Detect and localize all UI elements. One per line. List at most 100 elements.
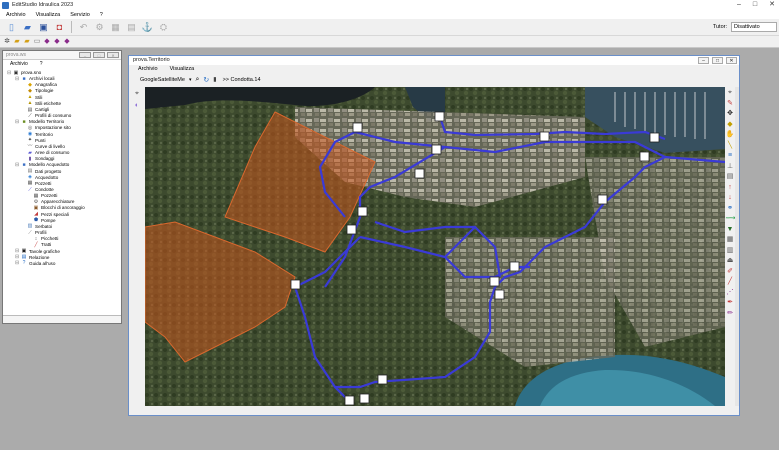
arrow-down-icon[interactable]: ↓ <box>726 194 735 202</box>
tool-icon[interactable]: ✏ <box>726 310 735 318</box>
map-close-icon[interactable]: ✕ <box>726 57 737 64</box>
expand-toggle-icon[interactable] <box>27 237 31 242</box>
map-canvas[interactable] <box>145 87 725 406</box>
edit-pen-icon[interactable]: ✒ <box>726 299 735 307</box>
link-icon[interactable]: ⚭ <box>726 205 735 213</box>
report-tool-icon[interactable]: ▥ <box>726 247 735 255</box>
line-icon[interactable]: ╲ <box>726 142 735 150</box>
expand-toggle-icon[interactable] <box>21 231 25 236</box>
satellite-map[interactable] <box>145 87 725 406</box>
book-icon[interactable]: ◆ <box>53 38 61 46</box>
tree-menu-help[interactable]: ? <box>40 60 43 68</box>
expand-toggle-icon[interactable] <box>21 95 25 100</box>
maximize-icon[interactable]: □ <box>753 0 757 10</box>
new-file-icon[interactable]: ▯ <box>5 21 18 34</box>
close-icon[interactable]: ✕ <box>769 0 775 10</box>
library-icon[interactable]: ◆ <box>63 38 71 46</box>
settings-gear-icon[interactable]: ⚙ <box>93 21 106 34</box>
basemap-layer-select[interactable]: GoogleSatelliteMe <box>140 77 185 83</box>
table-icon[interactable]: ▦ <box>726 236 735 244</box>
menu-visualizza[interactable]: Visualizza <box>36 12 61 18</box>
tutor-select[interactable]: Disattivato <box>731 22 777 32</box>
tank-icon[interactable]: ⏏ <box>726 257 735 265</box>
open-folder-icon[interactable]: ▰ <box>21 21 34 34</box>
panel-close-icon[interactable]: ✕ <box>107 52 119 58</box>
expand-toggle-icon[interactable] <box>21 138 25 143</box>
export-icon[interactable]: ▤ <box>125 21 138 34</box>
pump-icon[interactable]: ⛭ <box>157 21 170 34</box>
panel-minimize-icon[interactable]: – <box>79 52 91 58</box>
title-block-icon: ▤ <box>27 106 33 113</box>
minimize-icon[interactable]: – <box>737 0 741 10</box>
valve-icon[interactable]: ▼ <box>726 226 735 234</box>
expand-toggle-icon[interactable] <box>21 151 25 156</box>
add-pipe-icon[interactable]: ≡ <box>726 152 735 160</box>
map-scrollbar[interactable] <box>735 87 739 406</box>
anchor-icon[interactable]: ⚓ <box>141 21 154 34</box>
map-left-toolbar: ⌖ ◐ <box>131 90 143 109</box>
folder-icon[interactable]: ▰ <box>23 38 31 46</box>
flow-icon[interactable]: ⟿ <box>726 215 736 223</box>
expand-toggle-icon[interactable] <box>21 126 25 131</box>
hand-icon[interactable]: ✋ <box>726 131 735 139</box>
grid-icon[interactable]: ▦ <box>109 21 122 34</box>
expand-toggle-icon[interactable] <box>27 206 31 211</box>
expand-toggle-icon[interactable] <box>21 224 25 229</box>
tree-menu-archivio[interactable]: Archivio <box>10 60 28 68</box>
expand-toggle-icon[interactable] <box>21 188 25 193</box>
refresh-icon[interactable]: ↻ <box>203 76 209 84</box>
expand-toggle-icon[interactable] <box>21 83 25 88</box>
document-icon[interactable]: ▭ <box>33 38 41 46</box>
menu-archivio[interactable]: Archivio <box>6 12 26 18</box>
expand-toggle-icon[interactable] <box>21 108 25 113</box>
expand-toggle-icon[interactable]: ⊟ <box>15 261 19 266</box>
map-maximize-icon[interactable]: □ <box>712 57 723 64</box>
measure-icon[interactable]: ⊥ <box>726 163 735 171</box>
open-icon[interactable]: ▰ <box>13 38 21 46</box>
save-icon[interactable]: ▣ <box>37 21 50 34</box>
move-icon[interactable]: ✥ <box>726 110 735 118</box>
undo-icon[interactable]: ↶ <box>77 21 90 34</box>
map-minimize-icon[interactable]: – <box>698 57 709 64</box>
zoom-search-icon[interactable]: ⌕ <box>195 76 199 84</box>
dropdown-arrow-icon[interactable]: ▾ <box>189 77 192 83</box>
expand-toggle-icon[interactable] <box>27 200 31 205</box>
tree-node[interactable]: ⊟? Guida all'uso <box>7 261 121 267</box>
grid-tool-icon[interactable]: ▤ <box>726 173 735 181</box>
expand-toggle-icon[interactable] <box>21 89 25 94</box>
expand-toggle-icon[interactable] <box>21 101 25 106</box>
expand-toggle-icon[interactable] <box>27 243 31 248</box>
delete-pipe-icon[interactable]: ╱ <box>726 278 735 286</box>
expand-toggle-icon[interactable] <box>21 132 25 137</box>
expand-toggle-icon[interactable]: ⊟ <box>15 162 19 168</box>
expand-toggle-icon[interactable] <box>21 169 25 174</box>
profile-icon[interactable]: ⋰ <box>726 289 735 297</box>
map-menu-visualizza[interactable]: Visualizza <box>170 65 195 74</box>
node-icon[interactable]: ◆ <box>726 121 735 129</box>
trash-icon[interactable]: ▮ <box>213 76 216 83</box>
layer-tool-icon[interactable]: ◐ <box>135 102 139 109</box>
pencil-icon[interactable]: ✎ <box>726 100 735 108</box>
panel-restore-icon[interactable]: □ <box>93 52 105 58</box>
select-tool-icon[interactable]: ⌖ <box>135 90 139 98</box>
menu-help[interactable]: ? <box>100 12 103 18</box>
expand-toggle-icon[interactable] <box>21 144 25 149</box>
expand-toggle-icon[interactable] <box>21 114 25 119</box>
menu-servizio[interactable]: Servizio <box>70 12 90 18</box>
gear-icon[interactable]: ✲ <box>3 38 11 46</box>
expand-toggle-icon[interactable]: ⊟ <box>15 76 19 82</box>
layers-icon[interactable]: ◆ <box>43 38 51 46</box>
expand-toggle-icon[interactable] <box>27 212 31 217</box>
manholes-icon: ▦ <box>27 180 33 187</box>
expand-toggle-icon[interactable] <box>27 194 31 199</box>
expand-toggle-icon[interactable]: ⊟ <box>15 119 19 125</box>
map-menu-archivio[interactable]: Archivio <box>138 65 158 74</box>
select-icon[interactable]: ⌖ <box>726 89 735 97</box>
expand-toggle-icon[interactable] <box>21 175 25 180</box>
expand-toggle-icon[interactable]: ⊟ <box>7 70 11 76</box>
folder-icon: ■ <box>22 75 26 82</box>
arrow-up-icon[interactable]: ↑ <box>726 184 735 192</box>
archive-icon[interactable]: ◘ <box>53 21 66 34</box>
pin-icon[interactable]: ✐ <box>726 268 735 276</box>
expand-toggle-icon[interactable] <box>21 181 25 186</box>
